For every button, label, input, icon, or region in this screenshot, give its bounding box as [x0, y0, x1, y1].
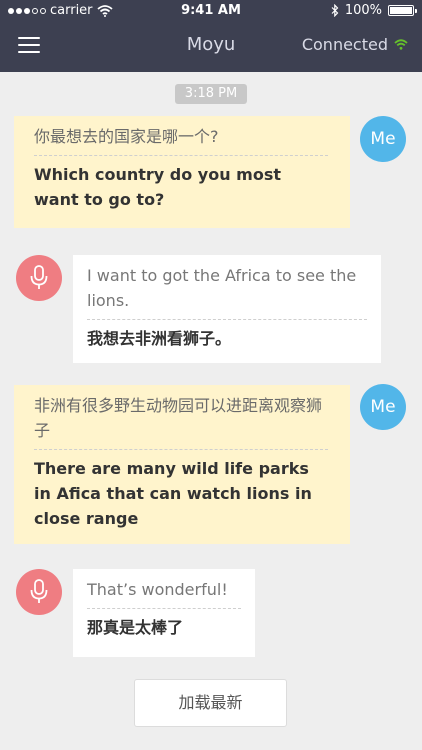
microphone-icon — [30, 579, 48, 603]
avatar-speaker[interactable] — [16, 255, 62, 301]
translated-text: 我想去非洲看狮子。 — [87, 329, 232, 348]
original-text: That’s wonderful! — [87, 580, 228, 599]
message-bubble-other[interactable]: That’s wonderful! 那真是太棒了 — [73, 569, 255, 657]
avatar-me[interactable]: Me — [360, 116, 406, 162]
divider — [34, 155, 328, 156]
status-bar: carrier 9:41 AM 100% — [0, 0, 422, 22]
connection-label: Connected — [301, 35, 388, 54]
battery-percent: 100% — [344, 3, 382, 18]
wifi-connected-icon — [394, 39, 408, 50]
battery-icon — [388, 5, 417, 16]
message-bubble-other[interactable]: I want to got the Africa to see the lion… — [73, 255, 381, 363]
nav-bar: Moyu Connected — [0, 22, 422, 72]
original-text: 非洲有很多野生动物园可以进距离观察狮子 — [34, 396, 323, 440]
connection-status[interactable]: Connected — [302, 35, 408, 54]
bluetooth-icon — [331, 4, 339, 17]
timestamp-chip: 3:18 PM — [175, 84, 247, 104]
microphone-icon — [30, 265, 48, 289]
divider — [34, 449, 328, 450]
divider — [87, 319, 367, 320]
load-latest-button[interactable]: 加载最新 — [134, 679, 287, 727]
divider — [87, 608, 241, 609]
avatar-speaker[interactable] — [16, 569, 62, 615]
translated-text: There are many wild life parks in Afica … — [34, 459, 312, 528]
message-bubble-me[interactable]: 你最想去的国家是哪一个? Which country do you most w… — [14, 116, 350, 228]
message-bubble-me[interactable]: 非洲有很多野生动物园可以进距离观察狮子 There are many wild … — [14, 385, 350, 544]
original-text: 你最想去的国家是哪一个? — [34, 127, 219, 146]
translated-text: 那真是太棒了 — [87, 618, 184, 637]
avatar-me[interactable]: Me — [360, 384, 406, 430]
translated-text: Which country do you most want to go to? — [34, 165, 281, 209]
original-text: I want to got the Africa to see the lion… — [87, 266, 357, 310]
header: carrier 9:41 AM 100% Moyu Connected — [0, 0, 422, 72]
